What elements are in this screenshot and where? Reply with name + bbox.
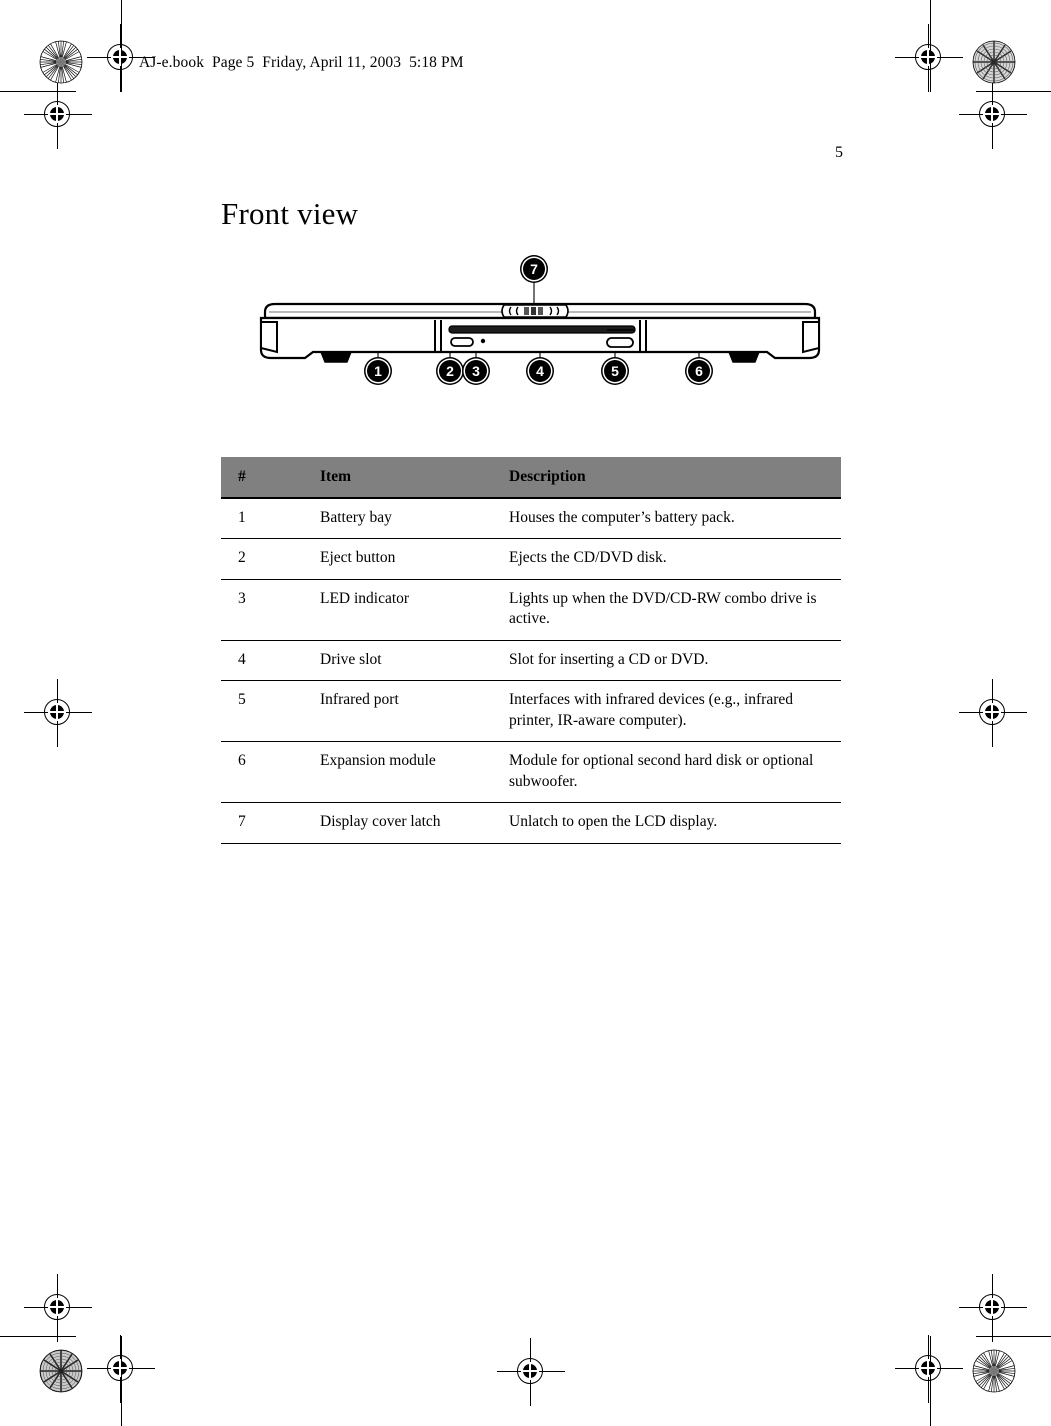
cell-item: Drive slot <box>304 640 492 682</box>
registration-mark-lower-right <box>959 1274 1027 1342</box>
starburst-pattern-fine <box>972 1349 1016 1393</box>
starburst-pattern-coarse <box>39 1349 83 1393</box>
page-title: Front view <box>221 196 359 231</box>
column-header-number: # <box>221 457 304 499</box>
table-row: 4 Drive slot Slot for inserting a CD or DV… <box>221 640 841 682</box>
table-row: 7 Display cover latch Unlatch to open the … <box>221 802 841 844</box>
table-row: 5 Infrared port Interfaces with infrared d… <box>221 680 841 743</box>
cell-number: 4 <box>221 640 304 682</box>
cell-number: 1 <box>221 498 304 540</box>
cell-item: Infrared port <box>304 680 492 743</box>
cell-description: Module for optional second hard disk or … <box>492 741 841 804</box>
crop-line-right-bottom-horizontal <box>976 1336 1051 1338</box>
cell-item: Expansion module <box>304 741 492 804</box>
registration-mark-middle-left <box>24 679 92 747</box>
screen-angle-target-top-right <box>972 40 1016 84</box>
registration-mark-upper-right <box>959 81 1027 149</box>
cell-description: Ejects the CD/DVD disk. <box>492 538 841 580</box>
registration-mark-upper-left <box>24 81 92 149</box>
registration-mark-lower-left <box>24 1274 92 1342</box>
column-header-description: Description <box>492 457 841 499</box>
callout-marker-7: 7 <box>523 258 545 280</box>
table-row: 1 Battery bay Houses the computer’s batter… <box>221 498 841 540</box>
cell-number: 7 <box>221 802 304 844</box>
cell-number: 6 <box>221 741 304 804</box>
cell-description: Lights up when the DVD/CD-RW combo drive… <box>492 579 841 641</box>
registration-mark-middle-right <box>959 679 1027 747</box>
starburst-pattern-coarse <box>972 40 1016 84</box>
document-page: AJ-e.book Page 5 Friday, April 11, 2003 … <box>0 0 1051 1426</box>
callout-marker-4: 4 <box>529 360 551 382</box>
table-header-row: # Item Description <box>221 457 841 499</box>
callout-marker-3: 3 <box>465 360 487 382</box>
callout-marker-5: 5 <box>604 360 626 382</box>
starburst-pattern-fine <box>39 40 83 84</box>
table-row: 2 Eject button Ejects the CD/DVD disk. <box>221 538 841 580</box>
laptop-front-view-figure: 1234567 <box>255 252 825 402</box>
screen-angle-target-top-left <box>39 40 83 84</box>
front-view-spec-table: # Item Description 1 Battery bay Houses th… <box>221 457 841 844</box>
cell-item: LED indicator <box>304 579 492 641</box>
callout-marker-1: 1 <box>367 360 389 382</box>
table-row: 3 LED indicator Lights up when the DVD/CD-… <box>221 579 841 641</box>
registration-mark-footer-right <box>895 1335 963 1403</box>
cell-item: Eject button <box>304 538 492 580</box>
cell-description: Slot for inserting a CD or DVD. <box>492 640 841 682</box>
page-number: 5 <box>835 144 843 161</box>
cell-description: Unlatch to open the LCD display. <box>492 802 841 844</box>
cell-description: Interfaces with infrared devices (e.g., … <box>492 680 841 743</box>
cell-description: Houses the computer’s battery pack. <box>492 498 841 540</box>
screen-angle-target-bottom-right <box>972 1349 1016 1393</box>
callout-marker-2: 2 <box>439 360 461 382</box>
screen-angle-target-bottom-left <box>39 1349 83 1393</box>
table-row: 6 Expansion module Module for optional sec… <box>221 741 841 804</box>
cell-number: 2 <box>221 538 304 580</box>
cell-number: 3 <box>221 579 304 641</box>
registration-mark-header-right <box>895 24 963 92</box>
cell-item: Display cover latch <box>304 802 492 844</box>
cell-item: Battery bay <box>304 498 492 540</box>
document-header-text: AJ-e.book Page 5 Friday, April 11, 2003 … <box>139 54 464 71</box>
cell-number: 5 <box>221 680 304 743</box>
callout-badges: 1234567 <box>255 252 825 402</box>
crop-line-left-bottom-horizontal <box>0 1336 76 1338</box>
registration-mark-footer-left <box>87 1335 155 1403</box>
registration-mark-footer-center <box>497 1338 565 1406</box>
callout-marker-6: 6 <box>688 360 710 382</box>
column-header-item: Item <box>304 457 492 499</box>
